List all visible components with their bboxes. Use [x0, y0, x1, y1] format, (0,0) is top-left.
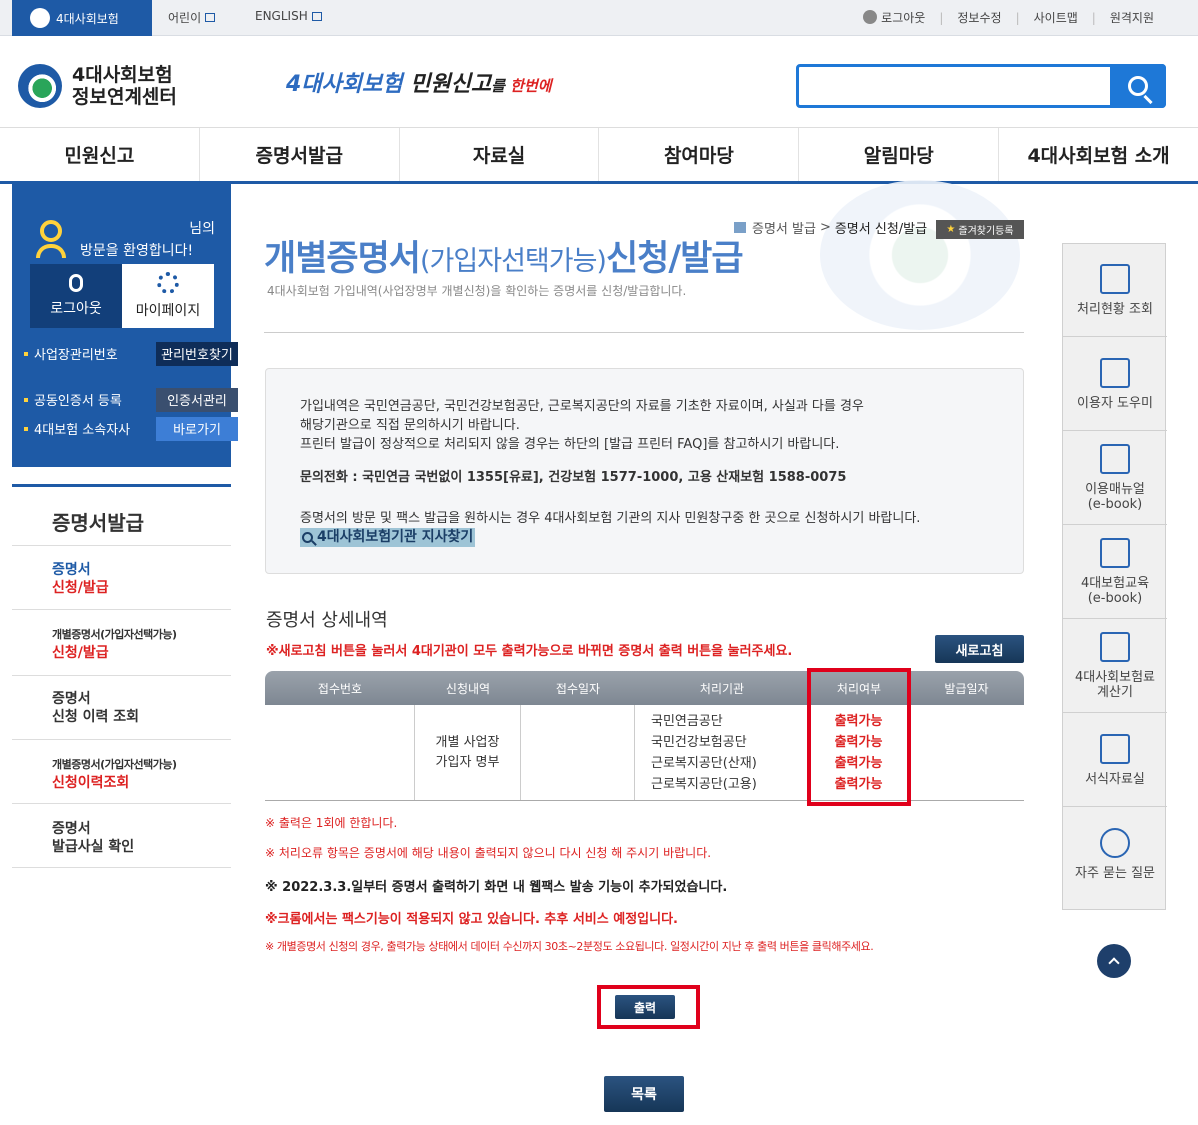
find-branch-link[interactable]: 4대사회보험기관 지사찾기	[300, 528, 476, 547]
agency-list: 국민연금공단 국민건강보험공단 근로복지공단(산재) 근로복지공단(고용)	[635, 705, 809, 800]
lnb-item-issue-verify[interactable]: 증명서 발급사실 확인	[12, 804, 231, 868]
mypage-button[interactable]: 마이페이지	[122, 264, 214, 328]
search-input[interactable]	[807, 67, 1107, 105]
english-link[interactable]: ENGLISH	[255, 9, 322, 23]
manual-icon	[1100, 444, 1130, 474]
lnb-title: 증명서발급	[12, 484, 231, 546]
section-note: ※새로고침 버튼을 눌러서 4대기관이 모두 출력가능으로 바뀌면 증명서 출력…	[266, 644, 793, 659]
quick-calculator[interactable]: 4대사회보험료 계산기	[1063, 620, 1167, 713]
quick-status-inquiry[interactable]: 처리현황 조회	[1063, 244, 1167, 337]
kids-link[interactable]: 어린이	[168, 9, 216, 26]
chevron-up-icon	[1108, 956, 1120, 969]
lock-icon	[69, 274, 83, 292]
quick-user-helper[interactable]: 이용자 도우미	[1063, 338, 1167, 431]
quick-menu: 처리현황 조회 이용자 도우미 이용매뉴얼 (e-book) 4대보험교육 (e-b…	[1062, 243, 1167, 910]
sitemap-link[interactable]: 사이트맵	[1034, 9, 1078, 26]
login-box: 님의 방문을 환영합니다! 로그아웃 마이페이지 사업장관리번호 관리번호찾기 공…	[12, 184, 238, 467]
breadcrumb: 증명서 발급 > 증명서 신청/발급	[734, 218, 927, 237]
nav-item-complaint[interactable]: 민원신고	[0, 128, 200, 181]
gear-icon	[157, 272, 179, 294]
contact-info: 문의전화 : 국민연금 국번없이 1355[유료], 건강보험 1577-100…	[300, 470, 847, 485]
utility-bar: 4대사회보험 어린이 ENGLISH 로그아웃 | 정보수정 | 사이트맵 | …	[0, 0, 1198, 36]
document-icon	[1100, 733, 1130, 764]
cert-manage-button[interactable]: 인증서관리	[156, 387, 238, 412]
search-icon	[302, 532, 313, 543]
main-nav: 민원신고 증명서발급 자료실 참여마당 알림마당 4대사회보험 소개	[0, 127, 1198, 184]
quick-forms[interactable]: 서식자료실	[1063, 714, 1167, 807]
background-emblem	[820, 180, 1020, 330]
slogan: 4대사회보험 민원신고를 한번에	[286, 72, 552, 97]
lnb-item-cert-history[interactable]: 증명서 신청 이력 조회	[12, 676, 231, 740]
help-monitor-icon	[1100, 357, 1130, 388]
divider	[264, 332, 1024, 333]
home-link[interactable]: 4대사회보험	[12, 0, 152, 36]
calculator-icon	[1100, 632, 1130, 662]
quick-faq[interactable]: 자주 묻는 질문	[1063, 808, 1167, 901]
lnb-item-individual-apply[interactable]: 개별증명서(가입자선택가능) 신청/발급	[12, 610, 231, 676]
lock-icon	[863, 10, 878, 24]
util-right-links: 로그아웃 | 정보수정 | 사이트맵 | 원격지원	[863, 9, 1154, 26]
new-window-icon	[311, 11, 322, 21]
lnb-item-cert-apply[interactable]: 증명서 신청/발급	[12, 547, 231, 610]
brand-logo-link[interactable]: 4대사회보험 정보연계센터	[18, 64, 177, 108]
faq-icon	[1100, 828, 1130, 858]
shortcut-button[interactable]: 바로가기	[156, 416, 238, 441]
refresh-button[interactable]: 새로고침	[935, 635, 1024, 663]
print-button[interactable]: 출력	[615, 995, 675, 1019]
search-icon	[1128, 76, 1148, 96]
nav-item-participation[interactable]: 참여마당	[599, 128, 800, 181]
find-mgmt-number-button[interactable]: 관리번호찾기	[156, 341, 238, 366]
nav-item-archive[interactable]: 자료실	[400, 128, 600, 181]
quick-education[interactable]: 4대보험교육 (e-book)	[1063, 526, 1167, 619]
book-icon	[1100, 538, 1130, 568]
search-box	[796, 64, 1166, 108]
page-title: 개별증명서(가입자선택가능)신청/발급	[264, 239, 744, 279]
scroll-top-button[interactable]	[1097, 944, 1131, 978]
edit-info-link[interactable]: 정보수정	[957, 9, 1001, 26]
info-box: 가입내역은 국민연금공단, 국민건강보험공단, 근로복지공단의 자료를 기초한 …	[265, 368, 1024, 574]
header: 4대사회보험 정보연계센터 4대사회보험 민원신고를 한번에	[0, 36, 1198, 128]
add-favorite-button[interactable]: ★ 즐겨찾기등록	[936, 220, 1024, 239]
lnb-item-individual-history[interactable]: 개별증명서(가입자선택가능) 신청이력조회	[12, 740, 231, 804]
remote-support-link[interactable]: 원격지원	[1110, 9, 1154, 26]
star-icon: ★	[946, 224, 956, 235]
page-subtitle: 4대사회보험 가입내역(사업장명부 개별신청)을 확인하는 증명서를 신청/발급…	[267, 284, 687, 298]
nav-item-certificate[interactable]: 증명서발급	[200, 128, 400, 181]
clipboard-search-icon	[1100, 263, 1130, 294]
list-button[interactable]: 목록	[604, 1076, 684, 1112]
section-title: 증명서 상세내역	[266, 610, 388, 631]
nav-item-about[interactable]: 4대사회보험 소개	[999, 128, 1198, 181]
logout-button[interactable]: 로그아웃	[30, 264, 122, 328]
new-window-icon	[205, 13, 216, 22]
user-icon	[36, 220, 66, 258]
search-button[interactable]	[1110, 64, 1166, 108]
quick-manual[interactable]: 이용매뉴얼 (e-book)	[1063, 432, 1167, 525]
logout-link[interactable]: 로그아웃	[863, 9, 925, 26]
status-highlight-box	[807, 668, 911, 806]
brand-emblem-icon	[18, 64, 62, 108]
nav-item-notice[interactable]: 알림마당	[799, 128, 1000, 181]
logo-icon	[30, 8, 50, 28]
